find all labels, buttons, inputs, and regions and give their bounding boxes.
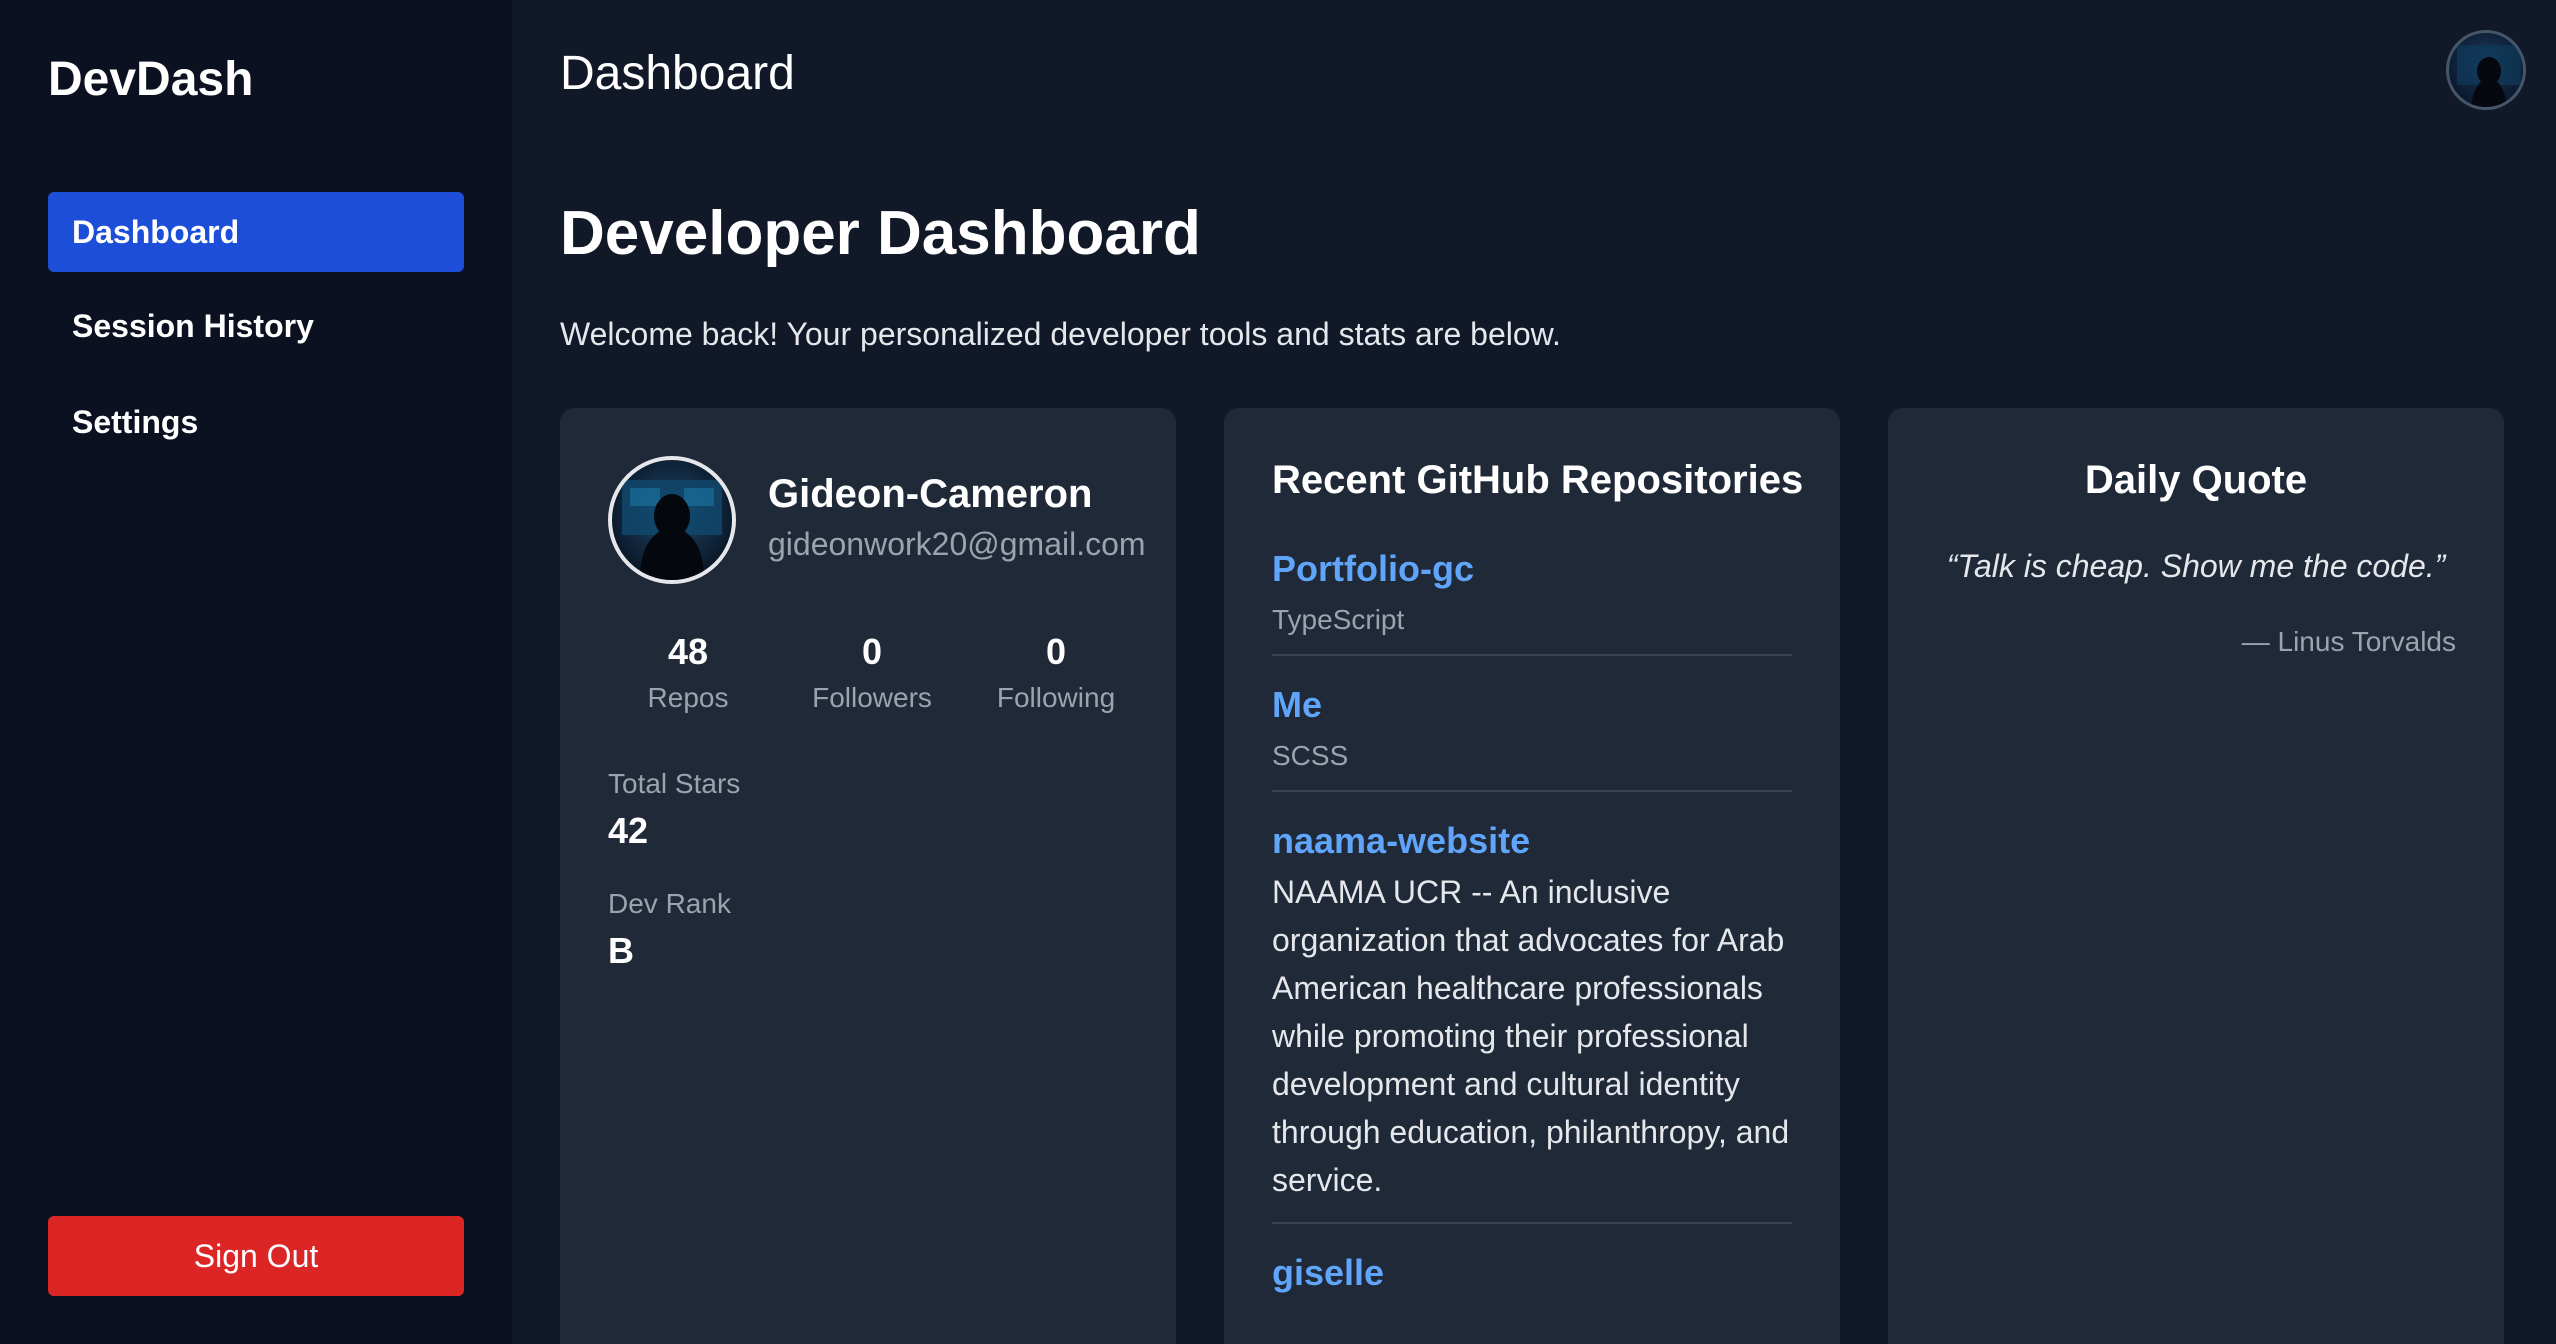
total-stars-value: 42 bbox=[608, 810, 649, 851]
stat-followers: 0 Followers bbox=[780, 628, 964, 714]
stat-value: 48 bbox=[667, 631, 709, 672]
dev-rank: Dev Rank B bbox=[608, 888, 731, 972]
page-title: Developer Dashboard bbox=[560, 199, 1201, 268]
stat-following: 0 Following bbox=[964, 628, 1148, 714]
dev-rank-value: B bbox=[608, 930, 634, 971]
repo-list: Portfolio-gc TypeScript Me SCSS naama-we… bbox=[1272, 548, 1792, 1340]
sidebar-item-settings[interactable]: Settings bbox=[48, 382, 464, 462]
list-item: Me SCSS bbox=[1272, 684, 1792, 792]
repos-card: Recent GitHub Repositories Portfolio-gc … bbox=[1224, 408, 1840, 1344]
repo-language: SCSS bbox=[1272, 740, 1349, 771]
sign-out-button[interactable]: Sign Out bbox=[48, 1216, 464, 1296]
stat-label: Following bbox=[996, 682, 1116, 713]
sidebar-item-dashboard[interactable]: Dashboard bbox=[48, 192, 464, 272]
repo-description: NAAMA UCR -- An inclusive organization t… bbox=[1272, 874, 1790, 1198]
repo-link[interactable]: naama-website bbox=[1272, 820, 1792, 862]
welcome-text: Welcome back! Your personalized develope… bbox=[560, 316, 1561, 352]
repo-language: TypeScript bbox=[1272, 604, 1405, 635]
repo-link[interactable]: Me bbox=[1272, 684, 1792, 726]
hooded-figure-icon bbox=[622, 480, 722, 580]
sidebar: DevDash Dashboard Session History Settin… bbox=[0, 0, 512, 1344]
dev-rank-label: Dev Rank bbox=[608, 888, 731, 919]
user-avatar[interactable] bbox=[2446, 30, 2526, 110]
stat-label: Followers bbox=[812, 682, 932, 713]
header-title: Dashboard bbox=[560, 47, 795, 100]
stat-repos: 48 Repos bbox=[596, 628, 780, 714]
quote-title: Daily Quote bbox=[2084, 458, 2308, 502]
quote-author: — Linus Torvalds bbox=[2241, 626, 2456, 657]
profile-name: Gideon-Cameron bbox=[768, 472, 1093, 516]
total-stars: Total Stars 42 bbox=[608, 768, 740, 852]
repo-link[interactable]: Portfolio-gc bbox=[1272, 548, 1792, 590]
profile-avatar bbox=[608, 456, 736, 584]
quote-text: “Talk is cheap. Show me the code.” bbox=[1946, 548, 2446, 584]
repos-title: Recent GitHub Repositories bbox=[1272, 458, 1804, 502]
app-logo[interactable]: DevDash bbox=[48, 52, 253, 107]
quote-card: Daily Quote “Talk is cheap. Show me the … bbox=[1888, 408, 2504, 1344]
sidebar-item-session-history[interactable]: Session History bbox=[48, 286, 464, 366]
list-item: Portfolio-gc TypeScript bbox=[1272, 548, 1792, 656]
repo-link[interactable]: giselle bbox=[1272, 1252, 1792, 1294]
hooded-figure-icon bbox=[2457, 45, 2521, 107]
top-bar: Dashboard bbox=[512, 0, 2556, 152]
stat-label: Repos bbox=[647, 682, 729, 713]
profile-card: Gideon-Cameron gideonwork20@gmail.com 48… bbox=[560, 408, 1176, 1344]
sidebar-nav: Dashboard Session History Settings bbox=[48, 192, 464, 478]
list-item: giselle bbox=[1272, 1252, 1792, 1312]
stat-value: 0 bbox=[861, 631, 883, 672]
profile-email: gideonwork20@gmail.com bbox=[768, 526, 1146, 562]
stat-value: 0 bbox=[1045, 631, 1067, 672]
list-item: naama-website NAAMA UCR -- An inclusive … bbox=[1272, 820, 1792, 1224]
total-stars-label: Total Stars bbox=[608, 768, 741, 799]
